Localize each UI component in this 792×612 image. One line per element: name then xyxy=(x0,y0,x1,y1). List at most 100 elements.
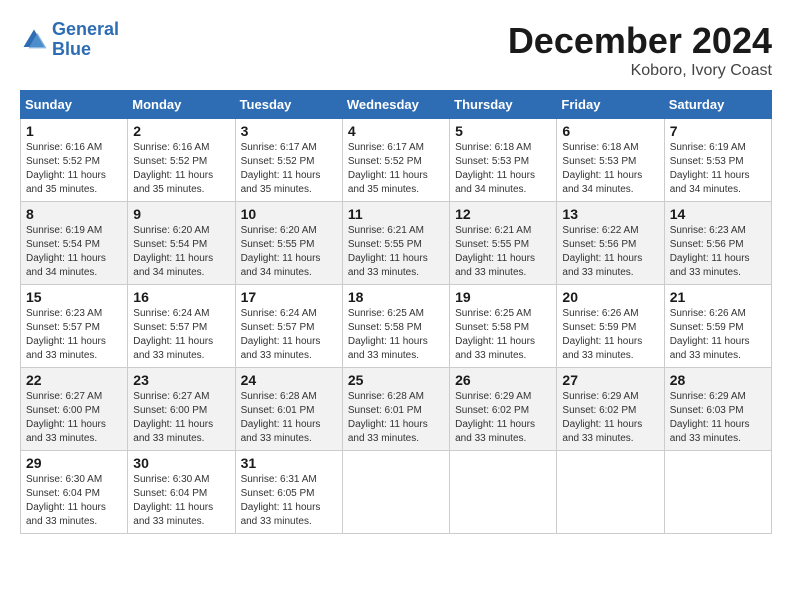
day-info: Sunrise: 6:16 AMSunset: 5:52 PMDaylight:… xyxy=(133,141,229,197)
calendar-week-row: 15Sunrise: 6:23 AMSunset: 5:57 PMDayligh… xyxy=(21,285,772,368)
calendar-cell: 31 Sunrise: 6:31 AMSunset: 6:05 PMDayligh… xyxy=(235,451,342,534)
day-number: 11 xyxy=(348,206,444,222)
day-number: 19 xyxy=(455,289,551,305)
calendar-cell: 26 Sunrise: 6:29 AMSunset: 6:02 PMDayligh… xyxy=(450,368,557,451)
calendar-header-row: SundayMondayTuesdayWednesdayThursdayFrid… xyxy=(21,91,772,119)
day-number: 4 xyxy=(348,123,444,139)
day-info: Sunrise: 6:19 AMSunset: 5:54 PMDaylight:… xyxy=(26,224,122,280)
day-number: 28 xyxy=(670,372,766,388)
day-number: 15 xyxy=(26,289,122,305)
day-info: Sunrise: 6:26 AMSunset: 5:59 PMDaylight:… xyxy=(670,307,766,363)
calendar-cell xyxy=(557,451,664,534)
day-info: Sunrise: 6:28 AMSunset: 6:01 PMDaylight:… xyxy=(241,390,337,446)
calendar-cell xyxy=(342,451,449,534)
calendar-cell: 15Sunrise: 6:23 AMSunset: 5:57 PMDayligh… xyxy=(21,285,128,368)
day-info: Sunrise: 6:25 AMSunset: 5:58 PMDaylight:… xyxy=(455,307,551,363)
day-number: 13 xyxy=(562,206,658,222)
day-header-sunday: Sunday xyxy=(21,91,128,119)
month-title: December 2024 xyxy=(508,20,772,62)
calendar-cell: 10 Sunrise: 6:20 AMSunset: 5:55 PMDayligh… xyxy=(235,202,342,285)
day-info: Sunrise: 6:21 AMSunset: 5:55 PMDaylight:… xyxy=(348,224,444,280)
day-number: 9 xyxy=(133,206,229,222)
day-header-thursday: Thursday xyxy=(450,91,557,119)
calendar-cell: 11 Sunrise: 6:21 AMSunset: 5:55 PMDayligh… xyxy=(342,202,449,285)
calendar-cell: 20Sunrise: 6:26 AMSunset: 5:59 PMDayligh… xyxy=(557,285,664,368)
day-number: 30 xyxy=(133,455,229,471)
day-number: 26 xyxy=(455,372,551,388)
calendar-cell: 5Sunrise: 6:18 AMSunset: 5:53 PMDaylight… xyxy=(450,119,557,202)
day-info: Sunrise: 6:18 AMSunset: 5:53 PMDaylight:… xyxy=(562,141,658,197)
calendar-cell: 24 Sunrise: 6:28 AMSunset: 6:01 PMDayligh… xyxy=(235,368,342,451)
day-number: 12 xyxy=(455,206,551,222)
calendar-cell xyxy=(664,451,771,534)
day-info: Sunrise: 6:17 AMSunset: 5:52 PMDaylight:… xyxy=(348,141,444,197)
calendar-cell: 1 Sunrise: 6:16 AMSunset: 5:52 PMDaylight… xyxy=(21,119,128,202)
calendar-cell: 7Sunrise: 6:19 AMSunset: 5:53 PMDaylight… xyxy=(664,119,771,202)
calendar-cell: 29 Sunrise: 6:30 AMSunset: 6:04 PMDayligh… xyxy=(21,451,128,534)
calendar-cell: 21 Sunrise: 6:26 AMSunset: 5:59 PMDayligh… xyxy=(664,285,771,368)
day-header-wednesday: Wednesday xyxy=(342,91,449,119)
calendar-cell: 19 Sunrise: 6:25 AMSunset: 5:58 PMDayligh… xyxy=(450,285,557,368)
calendar-week-row: 1 Sunrise: 6:16 AMSunset: 5:52 PMDaylight… xyxy=(21,119,772,202)
day-number: 14 xyxy=(670,206,766,222)
day-info: Sunrise: 6:17 AMSunset: 5:52 PMDaylight:… xyxy=(241,141,337,197)
day-number: 6 xyxy=(562,123,658,139)
day-header-saturday: Saturday xyxy=(664,91,771,119)
day-number: 8 xyxy=(26,206,122,222)
day-info: Sunrise: 6:30 AMSunset: 6:04 PMDaylight:… xyxy=(133,473,229,529)
title-section: December 2024 Koboro, Ivory Coast xyxy=(508,20,772,80)
day-number: 3 xyxy=(241,123,337,139)
day-number: 22 xyxy=(26,372,122,388)
calendar-cell: 3 Sunrise: 6:17 AMSunset: 5:52 PMDaylight… xyxy=(235,119,342,202)
calendar-cell: 30 Sunrise: 6:30 AMSunset: 6:04 PMDayligh… xyxy=(128,451,235,534)
logo-icon xyxy=(20,26,48,54)
day-number: 10 xyxy=(241,206,337,222)
calendar-cell: 18 Sunrise: 6:25 AMSunset: 5:58 PMDayligh… xyxy=(342,285,449,368)
day-header-tuesday: Tuesday xyxy=(235,91,342,119)
calendar-week-row: 29 Sunrise: 6:30 AMSunset: 6:04 PMDayligh… xyxy=(21,451,772,534)
day-number: 17 xyxy=(241,289,337,305)
calendar-week-row: 8 Sunrise: 6:19 AMSunset: 5:54 PMDaylight… xyxy=(21,202,772,285)
day-info: Sunrise: 6:29 AMSunset: 6:02 PMDaylight:… xyxy=(455,390,551,446)
calendar-cell: 23 Sunrise: 6:27 AMSunset: 6:00 PMDayligh… xyxy=(128,368,235,451)
day-info: Sunrise: 6:27 AMSunset: 6:00 PMDaylight:… xyxy=(26,390,122,446)
day-number: 1 xyxy=(26,123,122,139)
calendar-cell xyxy=(450,451,557,534)
day-number: 18 xyxy=(348,289,444,305)
day-info: Sunrise: 6:20 AMSunset: 5:55 PMDaylight:… xyxy=(241,224,337,280)
day-number: 27 xyxy=(562,372,658,388)
calendar-cell: 2 Sunrise: 6:16 AMSunset: 5:52 PMDaylight… xyxy=(128,119,235,202)
calendar-cell: 17 Sunrise: 6:24 AMSunset: 5:57 PMDayligh… xyxy=(235,285,342,368)
day-info: Sunrise: 6:25 AMSunset: 5:58 PMDaylight:… xyxy=(348,307,444,363)
day-info: Sunrise: 6:16 AMSunset: 5:52 PMDaylight:… xyxy=(26,141,122,197)
day-number: 2 xyxy=(133,123,229,139)
calendar-cell: 28 Sunrise: 6:29 AMSunset: 6:03 PMDayligh… xyxy=(664,368,771,451)
day-number: 23 xyxy=(133,372,229,388)
day-info: Sunrise: 6:22 AMSunset: 5:56 PMDaylight:… xyxy=(562,224,658,280)
day-info: Sunrise: 6:24 AMSunset: 5:57 PMDaylight:… xyxy=(133,307,229,363)
day-info: Sunrise: 6:29 AMSunset: 6:03 PMDaylight:… xyxy=(670,390,766,446)
day-number: 24 xyxy=(241,372,337,388)
day-info: Sunrise: 6:26 AMSunset: 5:59 PMDaylight:… xyxy=(562,307,658,363)
day-number: 5 xyxy=(455,123,551,139)
day-number: 21 xyxy=(670,289,766,305)
calendar-cell: 25Sunrise: 6:28 AMSunset: 6:01 PMDayligh… xyxy=(342,368,449,451)
day-info: Sunrise: 6:30 AMSunset: 6:04 PMDaylight:… xyxy=(26,473,122,529)
day-info: Sunrise: 6:21 AMSunset: 5:55 PMDaylight:… xyxy=(455,224,551,280)
day-info: Sunrise: 6:20 AMSunset: 5:54 PMDaylight:… xyxy=(133,224,229,280)
day-info: Sunrise: 6:27 AMSunset: 6:00 PMDaylight:… xyxy=(133,390,229,446)
day-info: Sunrise: 6:31 AMSunset: 6:05 PMDaylight:… xyxy=(241,473,337,529)
calendar-cell: 8 Sunrise: 6:19 AMSunset: 5:54 PMDaylight… xyxy=(21,202,128,285)
logo-text: General Blue xyxy=(52,20,119,60)
calendar-cell: 16 Sunrise: 6:24 AMSunset: 5:57 PMDayligh… xyxy=(128,285,235,368)
day-info: Sunrise: 6:29 AMSunset: 6:02 PMDaylight:… xyxy=(562,390,658,446)
calendar-cell: 6 Sunrise: 6:18 AMSunset: 5:53 PMDaylight… xyxy=(557,119,664,202)
day-number: 31 xyxy=(241,455,337,471)
calendar-cell: 9 Sunrise: 6:20 AMSunset: 5:54 PMDaylight… xyxy=(128,202,235,285)
day-number: 16 xyxy=(133,289,229,305)
logo: General Blue xyxy=(20,20,119,60)
day-info: Sunrise: 6:24 AMSunset: 5:57 PMDaylight:… xyxy=(241,307,337,363)
day-number: 29 xyxy=(26,455,122,471)
day-info: Sunrise: 6:23 AMSunset: 5:56 PMDaylight:… xyxy=(670,224,766,280)
calendar-cell: 4 Sunrise: 6:17 AMSunset: 5:52 PMDaylight… xyxy=(342,119,449,202)
